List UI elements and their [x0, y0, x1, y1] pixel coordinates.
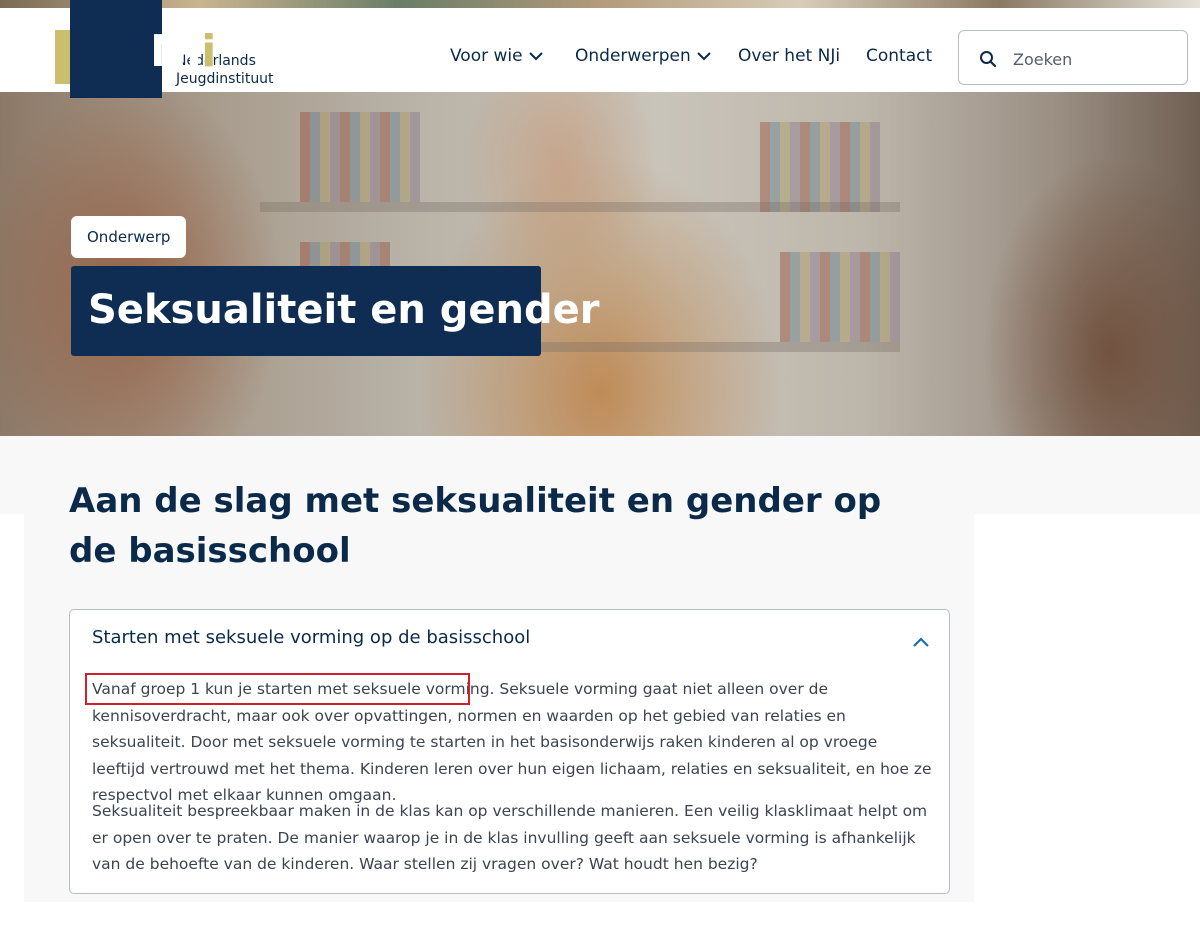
- search-input[interactable]: [1011, 43, 1175, 75]
- search-icon[interactable]: [979, 50, 997, 68]
- topic-badge: Onderwerp: [71, 216, 187, 258]
- nav-voor-wie-label: Voor wie: [450, 46, 523, 66]
- search-box[interactable]: [958, 30, 1188, 85]
- accordion-item: Starten met seksuele vorming op de basis…: [69, 609, 950, 894]
- accordion-heading[interactable]: Starten met seksuele vorming op de basis…: [92, 627, 530, 648]
- nav-onderwerpen-label: Onderwerpen: [575, 46, 691, 66]
- accordion-paragraph: Seksualiteit bespreekbaar maken in de kl…: [92, 802, 928, 873]
- nav-over-het-nji-label: Over het NJi: [738, 46, 841, 66]
- hero-bookshelf: [780, 252, 900, 342]
- accordion-paragraph: Vanaf groep 1 kun je starten met seksuel…: [92, 676, 932, 809]
- chevron-down-icon: [528, 52, 543, 61]
- logo-main: NJ: [150, 26, 202, 77]
- site-logo[interactable]: NJi: [70, 0, 216, 98]
- logo-accent: i: [201, 26, 216, 77]
- logo-text: NJi: [150, 26, 216, 77]
- top-photo-strip: [0, 0, 1200, 8]
- hero-banner: [0, 92, 1200, 436]
- nav-contact-label: Contact: [866, 46, 933, 66]
- hero-bookshelf: [760, 122, 880, 212]
- page-title: Seksualiteit en gender: [71, 266, 600, 356]
- nav-over-het-nji[interactable]: Over het NJi: [738, 46, 840, 66]
- highlighted-sentence: Vanaf groep 1 kun je starten met seksuel…: [92, 680, 495, 698]
- section-title: Aan de slag met seksualiteit en gender o…: [69, 481, 882, 571]
- logo-gold-bar: [55, 30, 70, 84]
- chevron-down-icon: [697, 52, 711, 61]
- hero-shelf: [260, 202, 900, 212]
- hero-bookshelf: [300, 112, 420, 202]
- chevron-up-icon[interactable]: [911, 634, 931, 650]
- nav-voor-wie[interactable]: Voor wie: [450, 46, 543, 66]
- nav-onderwerpen[interactable]: Onderwerpen: [575, 46, 711, 66]
- nav-contact[interactable]: Contact: [866, 46, 932, 66]
